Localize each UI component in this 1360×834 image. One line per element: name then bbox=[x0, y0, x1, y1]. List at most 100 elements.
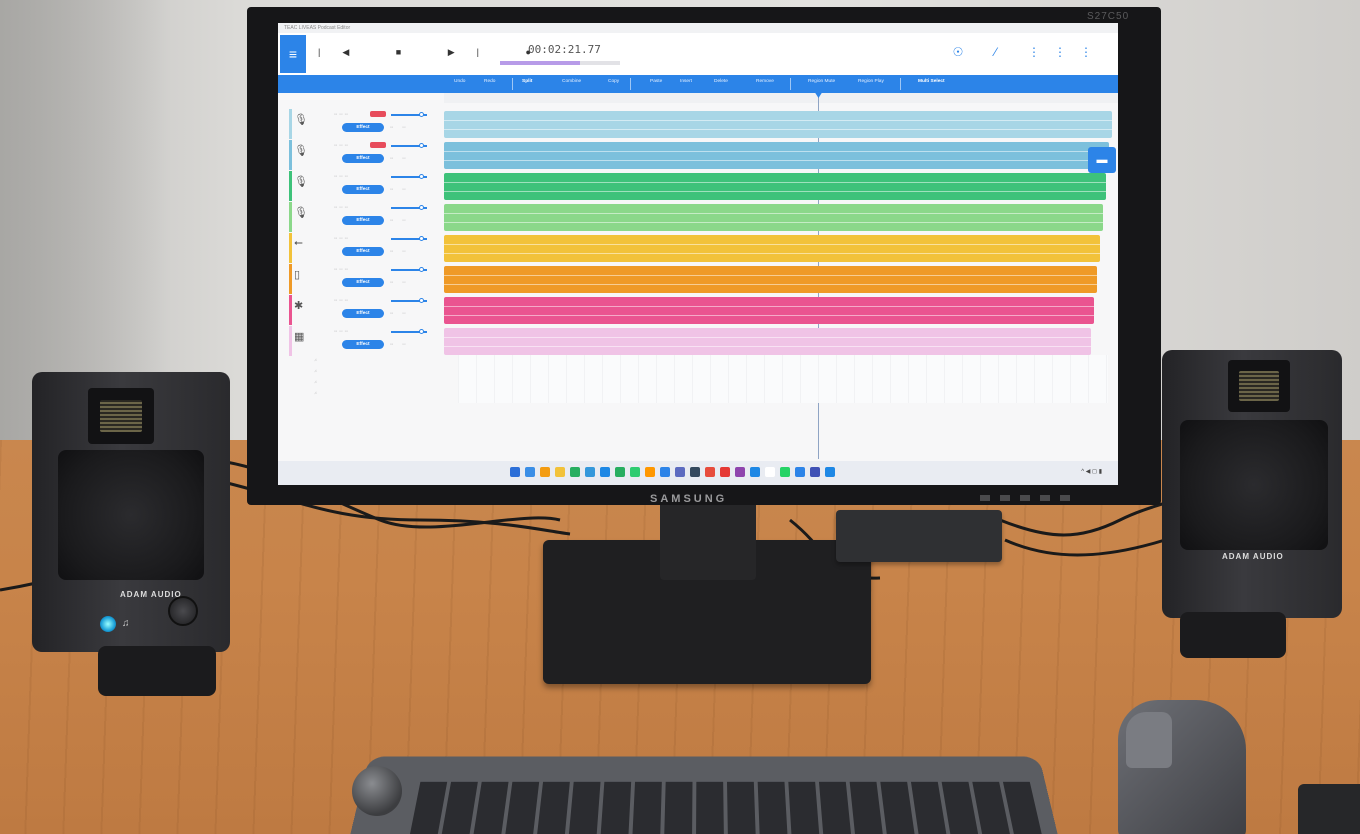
track-toggle-chips[interactable]: ▭▭▭ bbox=[334, 236, 350, 240]
taskbar-app-icon[interactable] bbox=[555, 467, 565, 477]
mouse-pad bbox=[1298, 784, 1360, 834]
effect-button[interactable]: Effect bbox=[342, 278, 384, 287]
insert-button[interactable]: Insert bbox=[680, 79, 692, 84]
track-toggle-chips[interactable]: ▭▭▭ bbox=[334, 112, 350, 116]
split-button[interactable]: Split bbox=[522, 79, 532, 84]
redo-button[interactable]: Redo bbox=[484, 79, 495, 84]
toolbar-divider bbox=[512, 78, 513, 90]
track-color-strip bbox=[289, 326, 292, 356]
taskbar-app-icon[interactable] bbox=[705, 467, 715, 477]
track-controls: 🎙 ▭▭▭ Effect ▭ ▭ bbox=[286, 171, 444, 201]
region-mute-button[interactable]: Region Mute bbox=[808, 79, 835, 84]
empty-track-area bbox=[458, 355, 1108, 403]
track-lane[interactable] bbox=[444, 142, 1109, 169]
taskbar-app-icon[interactable] bbox=[630, 467, 640, 477]
time-ruler[interactable] bbox=[444, 93, 1118, 103]
taskbar-app-icon[interactable] bbox=[750, 467, 760, 477]
effect-button[interactable]: Effect bbox=[342, 247, 384, 256]
mute-button[interactable] bbox=[370, 142, 386, 148]
volume-knob[interactable] bbox=[168, 596, 198, 626]
taskbar-app-icon[interactable] bbox=[675, 467, 685, 477]
paste-button[interactable]: Paste bbox=[650, 79, 662, 84]
taskbar-app-icon[interactable] bbox=[735, 467, 745, 477]
delete-button[interactable]: Delete bbox=[714, 79, 728, 84]
folder-button[interactable]: ▬ bbox=[1088, 147, 1116, 173]
remove-button[interactable]: Remove bbox=[756, 79, 774, 84]
toolbar-divider bbox=[630, 78, 631, 90]
effect-button[interactable]: Effect bbox=[342, 216, 384, 225]
effect-button[interactable]: Effect bbox=[342, 340, 384, 349]
undo-button[interactable]: Undo bbox=[454, 79, 465, 84]
taskbar-app-icon[interactable] bbox=[660, 467, 670, 477]
taskbar-app-icon[interactable] bbox=[585, 467, 595, 477]
volume-slider-handle[interactable] bbox=[419, 143, 424, 148]
taskbar-app-icon[interactable] bbox=[615, 467, 625, 477]
track-color-strip bbox=[289, 264, 292, 294]
menu-button[interactable]: ≡ bbox=[280, 35, 306, 73]
waveform-line bbox=[444, 160, 1109, 161]
taskbar-app-icon[interactable] bbox=[720, 467, 730, 477]
track-toggle-chips[interactable]: ▭▭▭ bbox=[334, 267, 350, 271]
region-play-button[interactable]: Region Play bbox=[858, 79, 884, 84]
waveform-line bbox=[444, 222, 1103, 223]
timeline-progress[interactable] bbox=[500, 61, 580, 65]
empty-track-row[interactable]: ♫ bbox=[314, 379, 458, 389]
timecode: 00:02:21.77 bbox=[528, 43, 601, 56]
empty-track-row[interactable]: ♫ bbox=[314, 357, 458, 367]
volume-slider-handle[interactable] bbox=[419, 236, 424, 241]
keyboard-dial[interactable] bbox=[352, 766, 402, 816]
top-right-icons[interactable]: ☉ ⁄ ⋮⋮⋮ bbox=[953, 45, 1106, 59]
empty-track-row[interactable]: ♫ bbox=[314, 368, 458, 378]
track-lane[interactable] bbox=[444, 111, 1112, 138]
effect-button[interactable]: Effect bbox=[342, 154, 384, 163]
taskbar-app-icon[interactable] bbox=[765, 467, 775, 477]
track-lane[interactable] bbox=[444, 328, 1091, 355]
track-toggle-chips[interactable]: ▭▭▭ bbox=[334, 298, 350, 302]
track-toggle-chips[interactable]: ▭▭▭ bbox=[334, 174, 350, 178]
track-color-strip bbox=[289, 171, 292, 201]
multi-select-button[interactable]: Multi Select bbox=[918, 79, 945, 84]
transport-controls[interactable]: |◀ ■ ▶| ● bbox=[318, 47, 553, 58]
waveform-line bbox=[444, 213, 1103, 214]
effect-button[interactable]: Effect bbox=[342, 309, 384, 318]
track-lane[interactable] bbox=[444, 204, 1103, 231]
volume-slider-handle[interactable] bbox=[419, 298, 424, 303]
track-lane[interactable] bbox=[444, 173, 1106, 200]
copy-button[interactable]: Copy bbox=[608, 79, 619, 84]
keyboard[interactable] bbox=[348, 756, 1060, 834]
taskbar-app-icon[interactable] bbox=[645, 467, 655, 477]
right-speaker-stand bbox=[1180, 612, 1286, 658]
mute-button[interactable] bbox=[370, 111, 386, 117]
track-toggle-chips[interactable]: ▭▭▭ bbox=[334, 329, 350, 333]
taskbar-app-icon[interactable] bbox=[795, 467, 805, 477]
mouse-button[interactable] bbox=[1126, 712, 1172, 768]
effect-button[interactable]: Effect bbox=[342, 123, 384, 132]
waveform-line bbox=[444, 191, 1106, 192]
effect-button[interactable]: Effect bbox=[342, 185, 384, 194]
combine-button[interactable]: Combine bbox=[562, 79, 581, 84]
empty-track-row[interactable]: ♫ bbox=[314, 390, 458, 400]
taskbar-app-icon[interactable] bbox=[510, 467, 520, 477]
monitor-buttons[interactable] bbox=[980, 495, 1080, 501]
taskbar-app-icon[interactable] bbox=[540, 467, 550, 477]
volume-slider-handle[interactable] bbox=[419, 267, 424, 272]
track-lane[interactable] bbox=[444, 235, 1100, 262]
track-toggle-chips[interactable]: ▭▭▭ bbox=[334, 205, 350, 209]
volume-slider-handle[interactable] bbox=[419, 112, 424, 117]
track-lane[interactable] bbox=[444, 266, 1097, 293]
system-tray[interactable]: ^ ◀ ◻ ▮ bbox=[1081, 468, 1102, 475]
taskbar-app-icon[interactable] bbox=[570, 467, 580, 477]
taskbar-app-icon[interactable] bbox=[600, 467, 610, 477]
volume-slider-handle[interactable] bbox=[419, 174, 424, 179]
taskbar-app-icon[interactable] bbox=[690, 467, 700, 477]
track-lane[interactable] bbox=[444, 297, 1094, 324]
keyboard-keys[interactable] bbox=[408, 781, 1048, 834]
taskbar-app-icon[interactable] bbox=[810, 467, 820, 477]
volume-slider-handle[interactable] bbox=[419, 329, 424, 334]
track-toggle-chips[interactable]: ▭▭▭ bbox=[334, 143, 350, 147]
empty-track-icon: ♫ bbox=[314, 368, 317, 373]
taskbar-app-icon[interactable] bbox=[780, 467, 790, 477]
taskbar-app-icon[interactable] bbox=[525, 467, 535, 477]
taskbar-app-icon[interactable] bbox=[825, 467, 835, 477]
volume-slider-handle[interactable] bbox=[419, 205, 424, 210]
